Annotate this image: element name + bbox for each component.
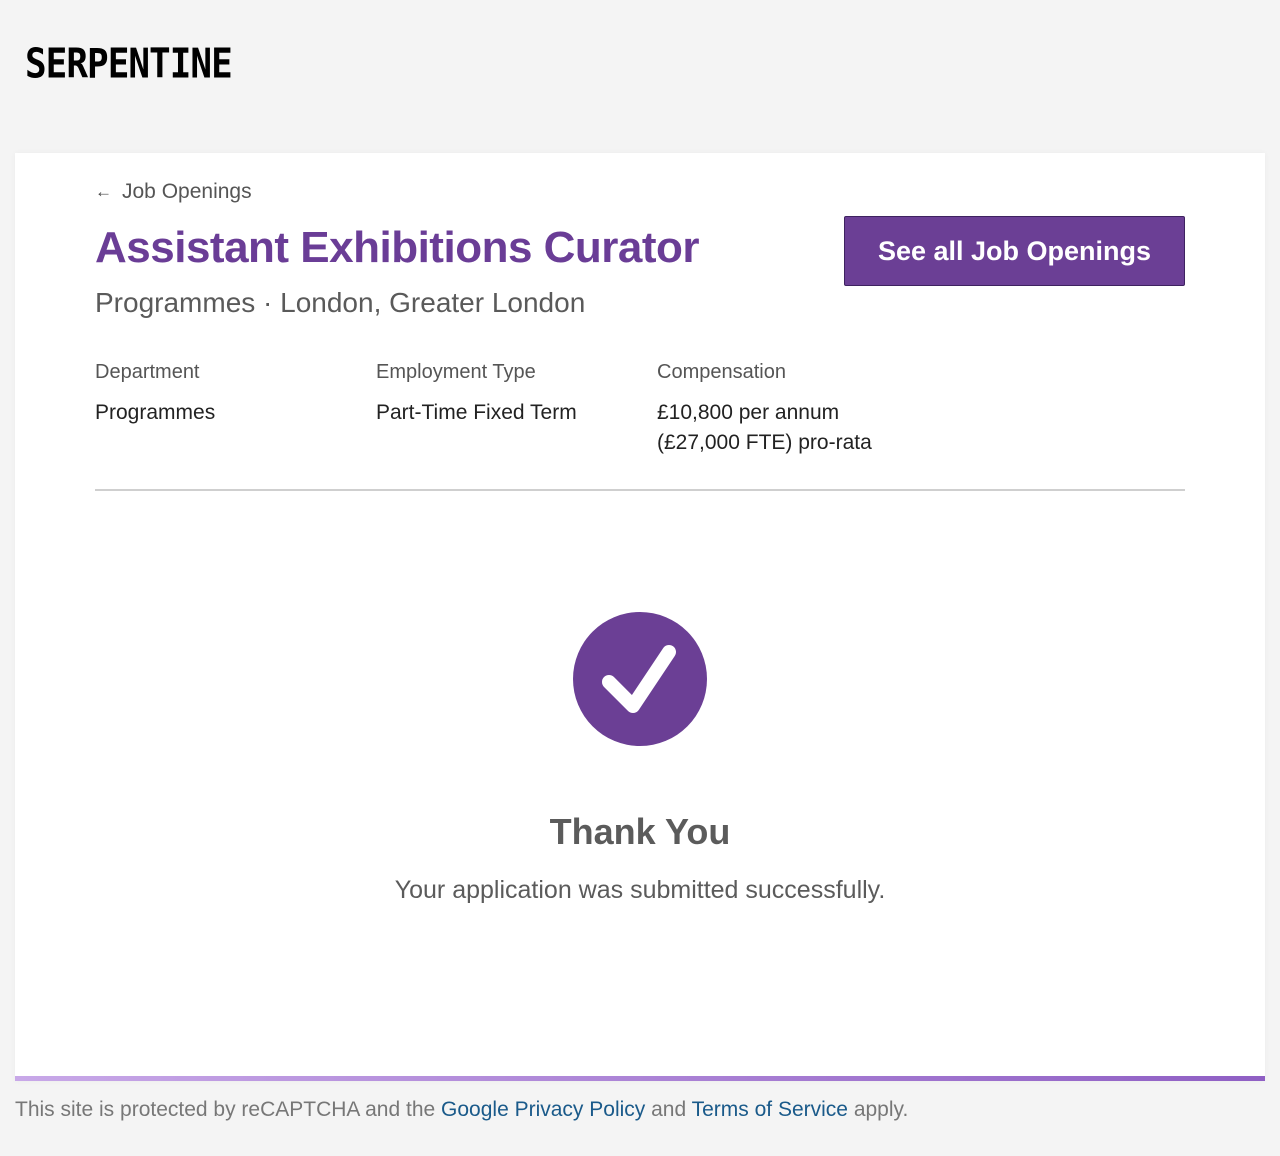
confirmation-message: Your application was submitted successfu… <box>394 876 886 904</box>
department-label: Department <box>95 361 200 383</box>
google-privacy-policy-link[interactable]: Google Privacy Policy <box>441 1098 645 1121</box>
job-title: Assistant Exhibitions Curator <box>95 223 700 272</box>
compensation-value-line2: (£27,000 FTE) pro-rata <box>657 431 872 454</box>
job-subtitle: Programmes · London, Greater London <box>95 287 586 318</box>
footer-text-after: apply. <box>847 1098 909 1121</box>
terms-of-service-link[interactable]: Terms of Service <box>692 1098 848 1121</box>
compensation-label: Compensation <box>657 361 786 383</box>
arrow-left-icon: ← <box>95 182 112 201</box>
serpentine-logo[interactable]: SERPENTINE <box>25 41 233 88</box>
employment-type-detail: Employment Type Part-Time Fixed Term <box>376 361 636 428</box>
department-value: Programmes <box>95 401 216 424</box>
employment-type-value: Part-Time Fixed Term <box>376 401 577 424</box>
back-to-job-openings-link[interactable]: ← Job Openings <box>95 180 252 204</box>
divider <box>95 489 1185 491</box>
compensation-value-line1: £10,800 per annum <box>657 401 840 424</box>
see-all-job-openings-button[interactable]: See all Job Openings <box>844 216 1185 286</box>
checkmark-icon <box>573 612 707 746</box>
recaptcha-notice: This site is protected by reCAPTCHA and … <box>15 1098 908 1122</box>
footer-text-before: This site is protected by reCAPTCHA and … <box>15 1098 442 1121</box>
job-card: ← Job Openings Assistant Exhibitions Cur… <box>15 153 1265 1081</box>
back-link-label: Job Openings <box>122 180 252 203</box>
confirmation-title: Thank You <box>549 811 731 852</box>
employment-type-label: Employment Type <box>376 361 536 383</box>
footer-text-middle: and <box>645 1098 692 1121</box>
department-detail: Department Programmes <box>95 361 355 428</box>
compensation-detail: Compensation £10,800 per annum (£27,000 … <box>657 361 957 458</box>
